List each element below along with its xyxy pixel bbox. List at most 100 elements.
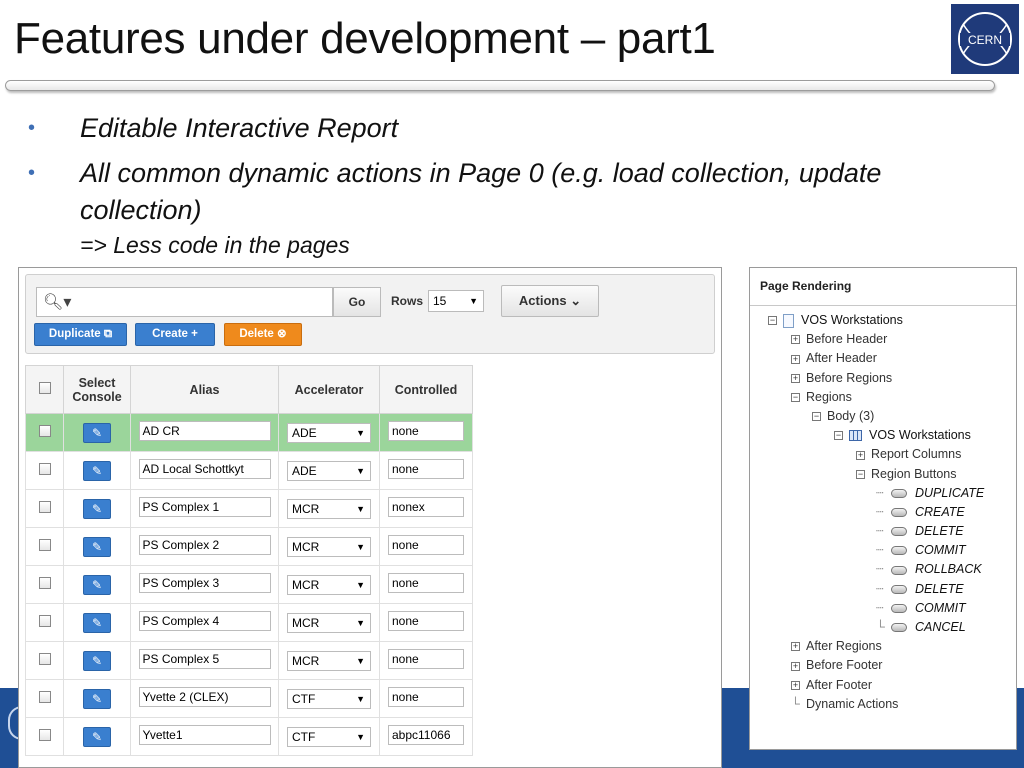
column-header-accelerator[interactable]: Accelerator [278, 365, 380, 414]
tree-node[interactable]: ┈ CREATE [750, 503, 1016, 522]
column-header-select-console[interactable]: Select Console [63, 365, 131, 414]
tree-node[interactable]: − VOS Workstations [750, 311, 1016, 330]
row-checkbox[interactable] [38, 425, 51, 437]
edit-icon[interactable]: ✎ [83, 688, 111, 709]
collapse-icon[interactable]: − [791, 392, 800, 402]
tree-node[interactable]: ┈ COMMIT [750, 599, 1016, 618]
row-checkbox[interactable] [38, 463, 51, 475]
row-checkbox[interactable] [38, 539, 51, 551]
table-row[interactable]: ✎ Yvette1 CTF ▼ abpc11066 [25, 717, 473, 756]
controlled-input[interactable]: none [388, 421, 464, 441]
alias-input[interactable]: PS Complex 1 [138, 497, 271, 517]
table-row[interactable]: ✎ PS Complex 1 MCR ▼ nonex [25, 489, 473, 528]
tree-node[interactable]: └ Dynamic Actions [750, 695, 1016, 714]
tree-node[interactable]: + After Header [750, 349, 1016, 368]
expand-icon[interactable]: + [791, 642, 800, 652]
actions-menu-button[interactable]: Actions ⌄ [501, 285, 599, 317]
controlled-input[interactable]: none [388, 573, 464, 593]
table-row[interactable]: ✎ Yvette 2 (CLEX) CTF ▼ none [25, 679, 473, 718]
table-row[interactable]: ✎ AD Local Schottkyt ADE ▼ none [25, 451, 473, 490]
expand-icon[interactable]: + [856, 450, 865, 460]
controlled-input[interactable]: nonex [388, 497, 464, 517]
alias-input[interactable]: PS Complex 3 [138, 573, 271, 593]
expand-icon[interactable]: + [791, 354, 800, 364]
rows-select[interactable]: 15 ▼ [428, 290, 484, 312]
tree-node[interactable]: + Before Header [750, 330, 1016, 349]
accelerator-select[interactable]: MCR ▼ [287, 650, 371, 671]
collapse-icon[interactable]: − [812, 412, 821, 422]
tree-node[interactable]: ┈ ROLLBACK [750, 560, 1016, 579]
accelerator-select[interactable]: MCR ▼ [287, 612, 371, 633]
table-row[interactable]: ✎ AD CR ADE ▼ none [25, 413, 473, 452]
accelerator-select[interactable]: ADE ▼ [287, 460, 371, 481]
select-all-checkbox[interactable] [38, 382, 51, 394]
tree-node[interactable]: + Before Footer [750, 656, 1016, 675]
edit-icon[interactable]: ✎ [83, 498, 111, 519]
row-checkbox[interactable] [38, 501, 51, 513]
controlled-input[interactable]: none [388, 459, 464, 479]
tree-node[interactable]: − Region Buttons [750, 465, 1016, 484]
alias-input[interactable]: PS Complex 5 [138, 649, 271, 669]
tree-node[interactable]: └ CANCEL [750, 618, 1016, 637]
tree-node[interactable]: ┈ DUPLICATE [750, 484, 1016, 503]
table-row[interactable]: ✎ PS Complex 3 MCR ▼ none [25, 565, 473, 604]
tree-node[interactable]: − VOS Workstations [750, 426, 1016, 445]
tree-node[interactable]: + After Regions [750, 637, 1016, 656]
expand-icon[interactable]: + [791, 661, 800, 671]
edit-icon[interactable]: ✎ [83, 726, 111, 747]
alias-input[interactable]: Yvette 2 (CLEX) [138, 687, 271, 707]
tree-node[interactable]: ┈ DELETE [750, 522, 1016, 541]
collapse-icon[interactable]: − [834, 431, 843, 441]
tree-node[interactable]: − Body (3) [750, 407, 1016, 426]
delete-button[interactable]: Delete ⊗ [224, 323, 302, 346]
tree-node[interactable]: + Before Regions [750, 369, 1016, 388]
accelerator-select[interactable]: MCR ▼ [287, 498, 371, 519]
tree-node[interactable]: + Report Columns [750, 445, 1016, 464]
expand-icon[interactable]: + [791, 335, 800, 345]
alias-input[interactable]: Yvette1 [138, 725, 271, 745]
collapse-icon[interactable]: − [856, 469, 865, 479]
search-box[interactable]: 🔍︎▾ [36, 287, 333, 317]
tree-node[interactable]: ┈ COMMIT [750, 541, 1016, 560]
tree-node[interactable]: + After Footer [750, 676, 1016, 695]
expand-icon[interactable]: + [791, 680, 800, 690]
go-button[interactable]: Go [333, 287, 381, 317]
table-row[interactable]: ✎ PS Complex 2 MCR ▼ none [25, 527, 473, 566]
duplicate-button[interactable]: Duplicate ⧉ [34, 323, 127, 346]
edit-icon[interactable]: ✎ [83, 612, 111, 633]
alias-input[interactable]: PS Complex 2 [138, 535, 271, 555]
edit-icon[interactable]: ✎ [83, 536, 111, 557]
accelerator-select[interactable]: MCR ▼ [287, 574, 371, 595]
row-checkbox[interactable] [38, 729, 51, 741]
controlled-input[interactable]: none [388, 535, 464, 555]
collapse-icon[interactable]: − [768, 316, 777, 326]
controlled-input[interactable]: none [388, 649, 464, 669]
table-row[interactable]: ✎ PS Complex 5 MCR ▼ none [25, 641, 473, 680]
search-input[interactable] [71, 292, 321, 312]
edit-icon[interactable]: ✎ [83, 422, 111, 443]
column-header-alias[interactable]: Alias [130, 365, 279, 414]
expand-icon[interactable]: + [791, 373, 800, 383]
tree-node[interactable]: ┈ DELETE [750, 580, 1016, 599]
alias-input[interactable]: PS Complex 4 [138, 611, 271, 631]
controlled-input[interactable]: none [388, 611, 464, 631]
row-checkbox[interactable] [38, 691, 51, 703]
row-checkbox[interactable] [38, 577, 51, 589]
controlled-input[interactable]: none [388, 687, 464, 707]
search-icon[interactable]: 🔍︎▾ [43, 292, 71, 312]
column-header-controlled[interactable]: Controlled [379, 365, 473, 414]
controlled-input[interactable]: abpc11066 [388, 725, 464, 745]
accelerator-select[interactable]: ADE ▼ [287, 422, 371, 443]
tree-node[interactable]: − Regions [750, 388, 1016, 407]
row-checkbox[interactable] [38, 653, 51, 665]
row-checkbox[interactable] [38, 615, 51, 627]
edit-icon[interactable]: ✎ [83, 574, 111, 595]
alias-input[interactable]: AD CR [138, 421, 271, 441]
edit-icon[interactable]: ✎ [83, 650, 111, 671]
accelerator-select[interactable]: CTF ▼ [287, 726, 371, 747]
accelerator-select[interactable]: MCR ▼ [287, 536, 371, 557]
accelerator-select[interactable]: CTF ▼ [287, 688, 371, 709]
table-row[interactable]: ✎ PS Complex 4 MCR ▼ none [25, 603, 473, 642]
edit-icon[interactable]: ✎ [83, 460, 111, 481]
alias-input[interactable]: AD Local Schottkyt [138, 459, 271, 479]
